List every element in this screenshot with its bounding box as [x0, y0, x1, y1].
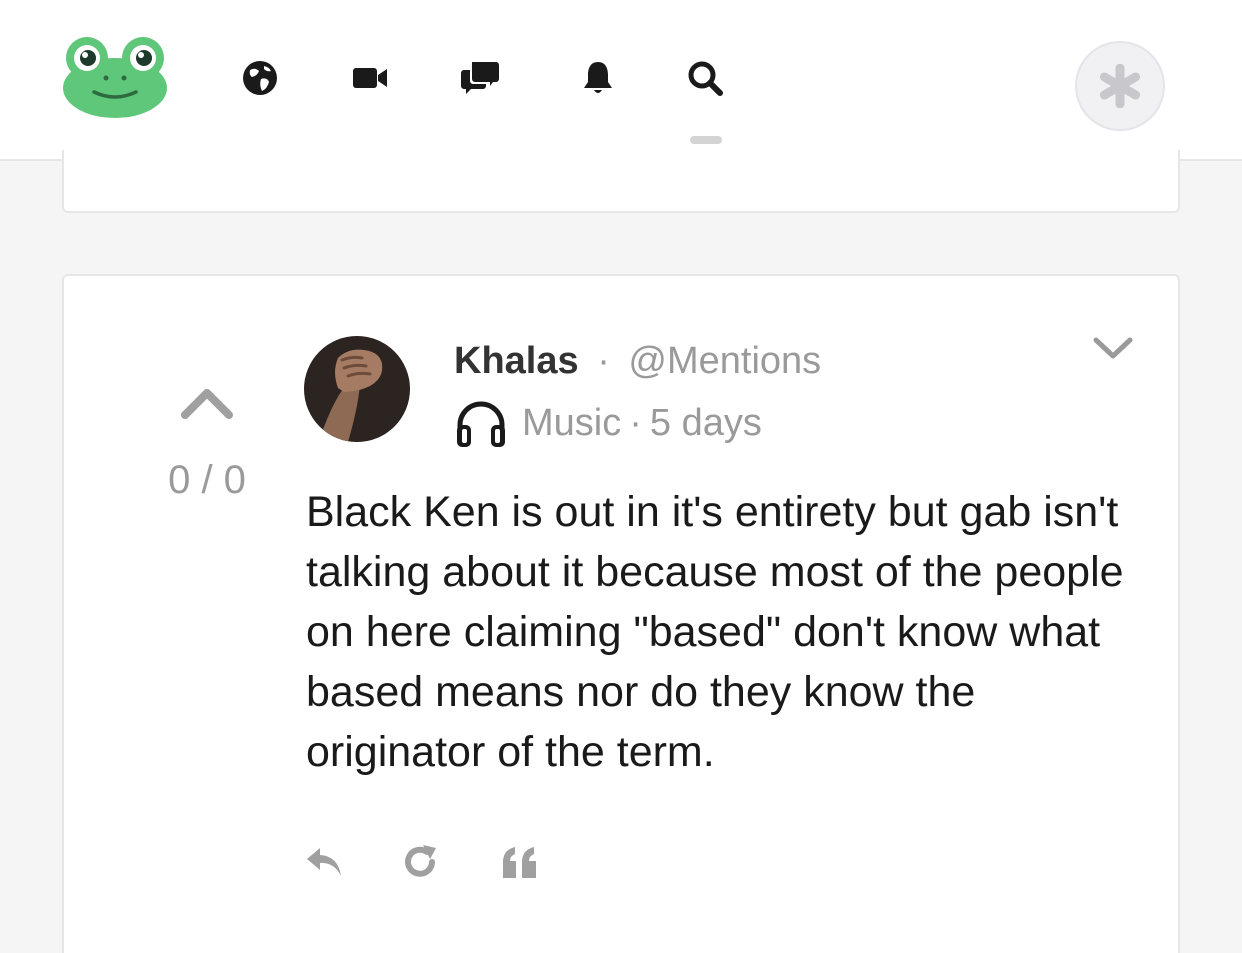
repost-button[interactable] [396, 838, 444, 886]
gab-frog-logo[interactable] [60, 36, 170, 120]
nav-item-notifications[interactable] [576, 56, 620, 100]
asterisk-icon [1099, 64, 1141, 108]
account-menu-button[interactable] [1075, 41, 1165, 131]
previous-post-card [62, 150, 1180, 213]
repost-icon [405, 845, 436, 877]
active-tab-indicator [690, 136, 722, 144]
chevron-down-icon [1093, 337, 1133, 359]
quote-button[interactable] [496, 838, 544, 886]
author-handle[interactable]: @Mentions [628, 340, 821, 382]
headphones-icon [457, 401, 505, 447]
post-options-button[interactable] [1090, 330, 1136, 366]
nav-item-explore[interactable] [238, 56, 282, 100]
bell-icon [584, 62, 612, 93]
author-name[interactable]: Khalas [454, 340, 579, 382]
chevron-up-icon [181, 389, 233, 419]
nav-item-video[interactable] [348, 56, 392, 100]
vote-score: 0 / 0 [168, 458, 246, 502]
search-icon [688, 61, 723, 96]
post-body: Black Ken is out in it's entirety but ga… [306, 488, 1124, 776]
separator-dot: · [597, 340, 610, 382]
avatar[interactable] [304, 336, 410, 442]
reply-button[interactable] [300, 838, 348, 886]
post-meta: Music · 5 days [454, 398, 762, 448]
raised-fist-avatar-image [304, 336, 410, 442]
quote-icon [503, 847, 536, 878]
top-navigation-bar [0, 0, 1242, 161]
video-camera-icon [353, 68, 387, 88]
post-header: Khalas · @Mentions [454, 340, 821, 383]
post-timestamp[interactable]: 5 days [650, 402, 762, 445]
globe-icon [243, 61, 277, 95]
chat-bubbles-icon [461, 62, 499, 94]
nav-item-chat[interactable] [458, 56, 502, 100]
reply-icon [307, 848, 341, 876]
upvote-button[interactable] [176, 380, 238, 426]
topic-label[interactable]: Music [522, 402, 621, 445]
separator-dot: · [629, 401, 642, 444]
nav-item-search[interactable] [683, 56, 727, 100]
